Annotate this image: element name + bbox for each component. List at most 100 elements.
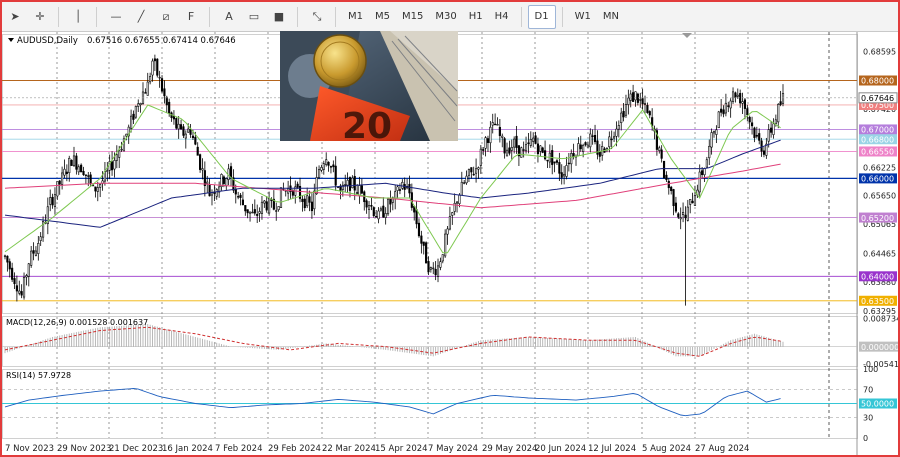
level-label: 0.66800 [861, 135, 894, 144]
vertical-line-tool-button[interactable]: │ [66, 6, 90, 28]
candle-body [715, 129, 718, 135]
candle-body [246, 209, 249, 214]
timeframe-h1[interactable]: H1 [463, 6, 489, 28]
candle-body [160, 78, 164, 92]
timeframe-m5[interactable]: M5 [369, 6, 396, 28]
candle-body [191, 135, 195, 138]
candle-body [20, 291, 23, 296]
candle-body [667, 180, 670, 189]
trendline-tool-button[interactable]: ╱ [129, 6, 153, 28]
candle-body [513, 138, 516, 148]
candle-body [344, 184, 347, 186]
cursor-tool-button[interactable]: ➤ [3, 6, 27, 28]
candle-body [37, 243, 40, 254]
candle-body [484, 137, 487, 149]
candle-body [89, 174, 92, 184]
candle-body [560, 172, 563, 178]
candle-body [229, 166, 233, 178]
candle-body [534, 135, 537, 144]
candle-body [589, 133, 592, 148]
candle-body [679, 217, 682, 220]
shapes-menu-button[interactable]: ⤡ [305, 6, 329, 28]
candle-body [206, 181, 209, 184]
candle-body [194, 136, 197, 145]
text-tool-button[interactable]: A [217, 6, 241, 28]
candle-body [199, 154, 202, 170]
candle-body [375, 216, 378, 218]
rectangle-tool-button[interactable]: ■ [267, 6, 291, 28]
timeframe-w1[interactable]: W1 [569, 6, 597, 28]
channel-tool-button[interactable]: ⧄ [154, 6, 178, 28]
candle-body [648, 111, 651, 116]
candle-body [558, 162, 561, 174]
candle-body [151, 60, 154, 76]
candle-body [179, 124, 183, 130]
candle-body [475, 168, 478, 174]
candle-body [182, 126, 185, 136]
candle-body [460, 181, 463, 196]
candle-body [448, 216, 451, 230]
label-tool-icon: ▭ [248, 10, 260, 23]
candle-body [717, 111, 720, 129]
current-price-label: 0.67646 [861, 94, 894, 103]
candle-body [720, 108, 723, 113]
x-tick-label: 7 Nov 2023 [5, 444, 54, 454]
timeframe-m1[interactable]: M1 [342, 6, 369, 28]
label-tool-button[interactable]: ▭ [242, 6, 266, 28]
timeframe-d1[interactable]: D1 [527, 4, 556, 29]
fibonacci-tool-button[interactable]: F [179, 6, 203, 28]
crosshair-tool-button[interactable]: ✛ [28, 6, 52, 28]
x-tick-label: 7 May 2024 [428, 444, 478, 454]
candle-body [125, 133, 128, 137]
candle-body [165, 96, 168, 106]
macd-label: MACD(12,26,9) 0.001528 0.001637 [6, 318, 148, 327]
candle-body [49, 197, 52, 205]
candle-body [322, 163, 325, 170]
timeframe-mn[interactable]: MN [597, 6, 625, 28]
candle-body [113, 160, 116, 170]
cursor-tool-icon: ➤ [10, 10, 20, 23]
candle-body [382, 205, 385, 218]
svg-text:20: 20 [342, 106, 392, 141]
text-tool-icon: A [225, 10, 233, 23]
candle-body [365, 200, 368, 208]
candle-body [351, 177, 354, 189]
candle-body [244, 205, 247, 212]
candle-body [620, 112, 623, 124]
candle-body [465, 175, 468, 184]
candle-body [425, 242, 428, 264]
candle-body [736, 94, 739, 97]
candle-body [196, 146, 199, 156]
candle-body [15, 285, 18, 292]
candle-body [82, 170, 85, 175]
candle-body [263, 200, 266, 204]
horizontal-line-tool-button[interactable]: — [104, 6, 128, 28]
candle-body [353, 176, 356, 191]
x-tick-label: 5 Aug 2024 [642, 444, 691, 454]
candle-body [705, 159, 708, 168]
candle-body [458, 194, 461, 204]
macd-tick-label: 0.008734 [863, 314, 898, 323]
level-label: 0.65200 [861, 214, 894, 223]
candle-body [724, 102, 727, 114]
candle-body [32, 250, 35, 254]
candle-body [156, 58, 159, 76]
candle-body [553, 161, 556, 164]
candle-body [522, 149, 525, 151]
x-tick-label: 22 Mar 2024 [322, 444, 376, 454]
candle-body [762, 150, 766, 155]
timeframe-h4[interactable]: H4 [489, 6, 515, 28]
candle-body [120, 148, 123, 151]
timeframe-m15[interactable]: M15 [396, 6, 429, 28]
candle-body [441, 254, 444, 262]
candle-body [253, 209, 256, 214]
candle-body [296, 183, 299, 188]
rectangle-tool-icon: ■ [273, 10, 285, 23]
candle-body [110, 161, 114, 171]
timeframe-m30[interactable]: M30 [429, 6, 462, 28]
candle-body [139, 103, 142, 106]
candle-body [87, 175, 90, 177]
candle-body [77, 166, 80, 173]
candle-body [222, 176, 225, 184]
candle-body [303, 198, 306, 209]
